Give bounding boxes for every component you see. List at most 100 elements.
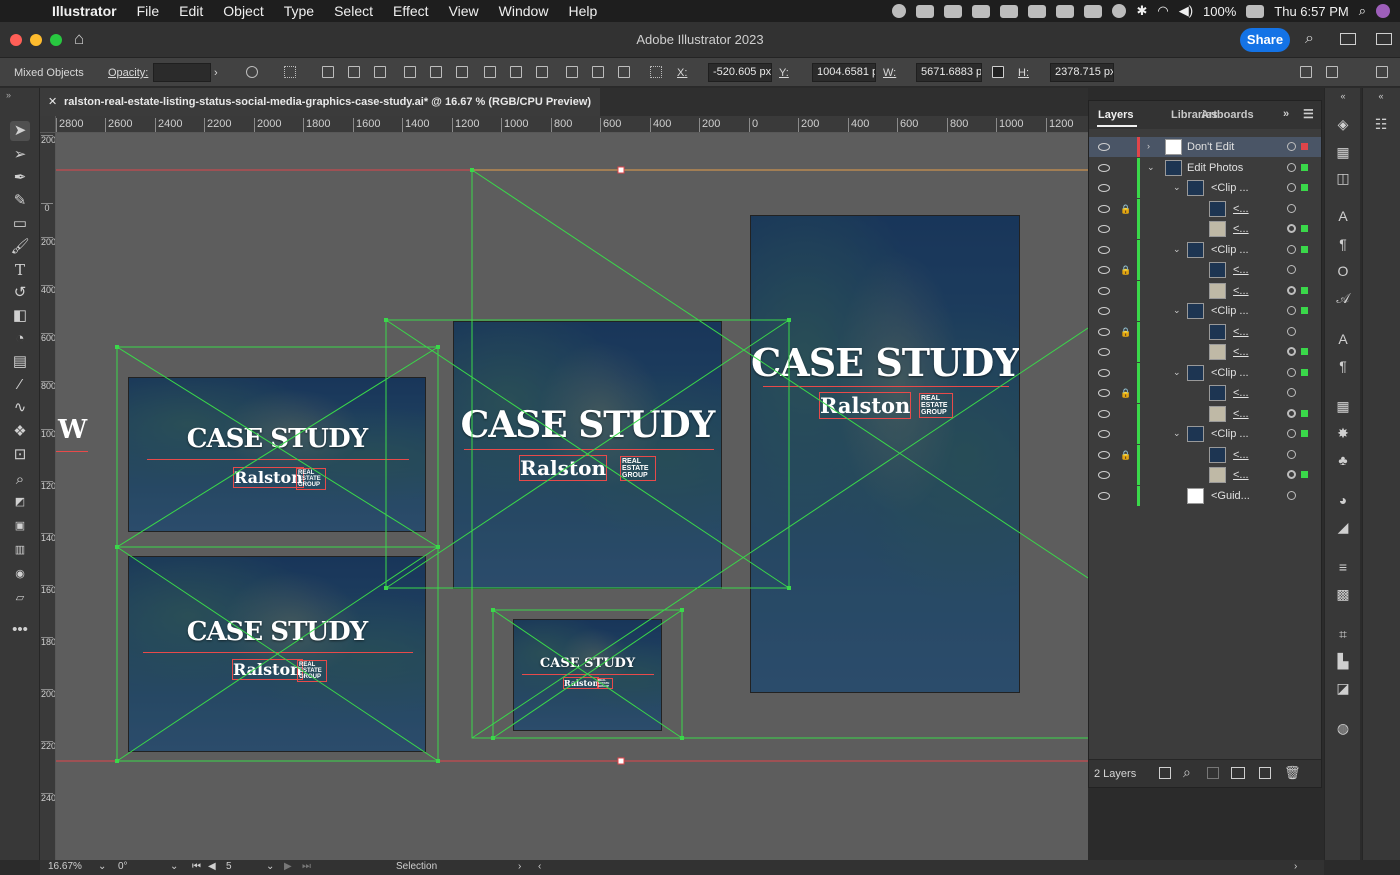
align-panel-icon[interactable]: ▙	[1335, 653, 1351, 669]
panel-menu-icon[interactable]	[1376, 66, 1388, 78]
layer-name[interactable]: <...	[1233, 203, 1249, 215]
properties-panel-icon[interactable]: ☷	[1373, 116, 1389, 132]
volume-icon[interactable]: ◀)	[1179, 3, 1193, 19]
layer-name[interactable]: <...	[1233, 449, 1249, 461]
target-appearance-icon[interactable]	[1287, 183, 1296, 192]
close-document-icon[interactable]: ✕	[48, 95, 57, 108]
libraries-panel-icon[interactable]: ▦	[1335, 144, 1351, 160]
visibility-eye-icon[interactable]	[1098, 450, 1110, 459]
cloud-icon[interactable]	[916, 4, 935, 18]
selection-tool-icon[interactable]: ➤	[10, 121, 30, 141]
gradient-tool-icon[interactable]: ▤	[10, 352, 30, 372]
visibility-eye-icon[interactable]	[1098, 348, 1110, 356]
isolate-icon[interactable]	[1326, 66, 1338, 78]
menu-view[interactable]: View	[449, 3, 479, 19]
collapse-dock-icon[interactable]: «	[1335, 88, 1351, 104]
fill-stroke-swatch-icon[interactable]: ▣	[10, 516, 30, 536]
selection-indicator[interactable]	[1301, 430, 1308, 437]
layer-row[interactable]: ⌄ <Clip ...	[1089, 362, 1321, 383]
selection-indicator[interactable]	[1301, 409, 1308, 417]
paragraph-panel-icon[interactable]: ¶	[1335, 236, 1351, 252]
menu-window[interactable]: Window	[499, 3, 549, 19]
layer-name[interactable]: <...	[1233, 285, 1249, 297]
status-menu-icon[interactable]: ›	[518, 861, 521, 872]
visibility-eye-icon[interactable]	[1098, 327, 1110, 336]
cloud-icon-3[interactable]	[972, 4, 991, 18]
selection-indicator[interactable]	[1301, 245, 1308, 253]
visibility-eye-icon[interactable]	[1098, 266, 1110, 274]
target-appearance-icon[interactable]	[1287, 265, 1296, 274]
distribute-right-icon[interactable]	[618, 66, 630, 78]
menu-extra-icon[interactable]	[1028, 4, 1047, 18]
layer-name[interactable]: <...	[1233, 346, 1249, 358]
align-bottom-icon[interactable]	[456, 66, 468, 78]
layer-row[interactable]: ⌄ <Clip ...	[1089, 178, 1321, 198]
selection-indicator[interactable]	[1301, 143, 1308, 150]
zoom-tool-icon[interactable]: ⌕	[10, 470, 30, 490]
rotation-dropdown-icon[interactable]: ⌄	[170, 861, 178, 872]
direct-selection-tool-icon[interactable]: ➢	[10, 145, 30, 165]
share-button[interactable]: Share	[1240, 28, 1290, 52]
color-mode-icon[interactable]: ▥	[10, 540, 30, 560]
first-artboard-icon[interactable]: ⏮	[192, 861, 201, 872]
layer-row[interactable]: 🔒 <...	[1089, 444, 1321, 465]
collapse-dock-icon[interactable]: «	[1373, 88, 1389, 104]
selection-indicator[interactable]	[1301, 471, 1308, 478]
tray-app-icon[interactable]	[1056, 4, 1075, 18]
collapse-toolbar-icon[interactable]: »	[6, 90, 11, 100]
target-appearance-icon[interactable]	[1287, 244, 1296, 254]
layer-name[interactable]: <Clip ...	[1211, 244, 1249, 256]
visibility-eye-icon[interactable]	[1098, 184, 1110, 192]
layer-row[interactable]: 🔒 <...	[1089, 321, 1321, 342]
layer-row[interactable]: ⌄ Edit Photos	[1089, 157, 1321, 178]
transform-panel-icon[interactable]: ⌗	[1335, 626, 1351, 642]
target-appearance-icon[interactable]	[1287, 408, 1296, 418]
search-icon[interactable]: ⌕	[1305, 30, 1314, 48]
layer-row[interactable]: <...	[1089, 342, 1321, 362]
align-top-icon[interactable]	[404, 66, 416, 78]
type-tool-icon[interactable]: T	[10, 260, 30, 280]
eraser-tool-icon[interactable]: ◧	[10, 306, 30, 326]
battery-icon[interactable]	[1246, 4, 1265, 18]
tab-layers[interactable]: Layers	[1098, 109, 1133, 121]
selection-indicator[interactable]	[1301, 286, 1308, 294]
selection-indicator[interactable]	[1301, 184, 1308, 191]
recolor-artwork-icon[interactable]	[246, 66, 258, 78]
chevron-down-icon[interactable]: ⌄	[1173, 182, 1181, 193]
visibility-eye-icon[interactable]	[1098, 471, 1110, 479]
opentype-panel-icon[interactable]: O	[1335, 263, 1351, 279]
spotlight-search-icon[interactable]: ⌕	[1359, 3, 1366, 19]
color-panel-icon[interactable]: ◕	[1335, 492, 1351, 508]
distribute-bottom-icon[interactable]	[536, 66, 548, 78]
layer-name[interactable]: Edit Photos	[1187, 162, 1243, 174]
menu-object[interactable]: Object	[223, 3, 263, 19]
align-center-icon[interactable]	[348, 66, 360, 78]
menu-type[interactable]: Type	[284, 3, 314, 19]
time-machine-icon[interactable]	[1112, 4, 1127, 18]
visibility-eye-icon[interactable]	[1098, 389, 1110, 397]
artboard-dropdown-icon[interactable]: ⌄	[266, 861, 274, 872]
last-artboard-icon[interactable]: ⏭	[302, 861, 311, 872]
y-field[interactable]: 1004.6581 px	[812, 63, 876, 82]
layer-name[interactable]: <Guid...	[1211, 490, 1250, 502]
rotate-tool-icon[interactable]: ↺	[10, 283, 30, 303]
layer-row[interactable]: 🔒 <...	[1089, 260, 1321, 280]
previous-artboard-icon[interactable]: ◀	[208, 861, 216, 872]
opacity-expand-icon[interactable]: ›	[214, 67, 218, 79]
visibility-eye-icon[interactable]	[1098, 409, 1110, 418]
layer-row[interactable]: <...	[1089, 465, 1321, 485]
menu-select[interactable]: Select	[334, 3, 373, 19]
pathfinder-panel-icon[interactable]: ◪	[1335, 680, 1351, 696]
layer-row[interactable]: › Don't Edit	[1089, 137, 1321, 157]
wifi-icon[interactable]: ◠	[1157, 3, 1168, 19]
constrain-proportions-link-icon[interactable]	[992, 66, 1004, 78]
layer-row[interactable]: 🔒 <...	[1089, 198, 1321, 219]
more-tabs-icon[interactable]: »	[1283, 108, 1289, 120]
visibility-eye-icon[interactable]	[1098, 368, 1110, 377]
lock-icon[interactable]: 🔒	[1120, 450, 1131, 461]
gradient-panel-icon[interactable]: ▩	[1335, 586, 1351, 602]
opacity-field[interactable]	[153, 63, 211, 82]
selection-indicator[interactable]	[1301, 163, 1308, 171]
target-appearance-icon[interactable]	[1287, 347, 1296, 356]
menu-effect[interactable]: Effect	[393, 3, 429, 19]
